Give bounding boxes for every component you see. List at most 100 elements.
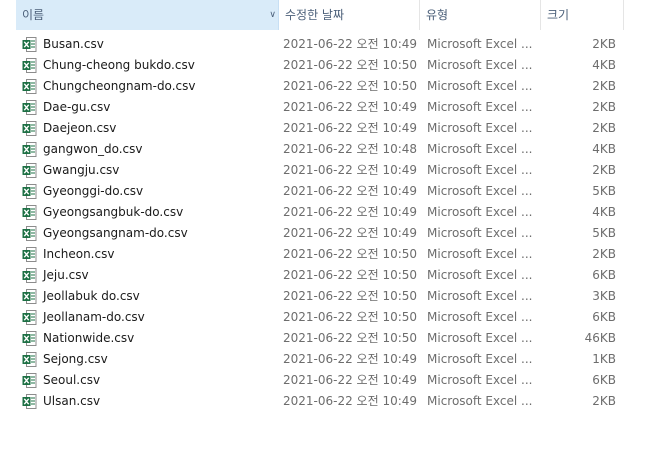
file-row[interactable]: Gyeonggi-do.csv 2021-06-22 오전 10:49 Micr… bbox=[4, 181, 624, 202]
file-size: 2KB bbox=[592, 79, 616, 93]
file-type: Microsoft Excel ... bbox=[427, 373, 533, 387]
file-size: 6KB bbox=[592, 373, 616, 387]
file-size: 2KB bbox=[592, 394, 616, 408]
column-dropdown-icon[interactable]: ∨ bbox=[269, 0, 276, 30]
file-size: 46KB bbox=[584, 331, 616, 345]
file-type: Microsoft Excel ... bbox=[427, 268, 533, 282]
file-type: Microsoft Excel ... bbox=[427, 37, 533, 51]
file-name: Seoul.csv bbox=[43, 373, 101, 387]
file-row[interactable]: Incheon.csv 2021-06-22 오전 10:50 Microsof… bbox=[4, 244, 624, 265]
file-row[interactable]: Seoul.csv 2021-06-22 오전 10:49 Microsoft … bbox=[4, 370, 624, 391]
sort-ascending-caret-icon: ^ bbox=[152, 0, 161, 10]
file-size: 3KB bbox=[592, 289, 616, 303]
file-type: Microsoft Excel ... bbox=[427, 331, 533, 345]
file-type: Microsoft Excel ... bbox=[427, 121, 533, 135]
file-row[interactable]: Chung-cheong bukdo.csv 2021-06-22 오전 10:… bbox=[4, 55, 624, 76]
file-row[interactable]: Jeju.csv 2021-06-22 오전 10:50 Microsoft E… bbox=[4, 265, 624, 286]
file-name: Daejeon.csv bbox=[43, 121, 117, 135]
file-modified-date: 2021-06-22 오전 10:49 bbox=[283, 352, 418, 366]
excel-csv-file-icon bbox=[22, 310, 37, 325]
file-row[interactable]: Sejong.csv 2021-06-22 오전 10:49 Microsoft… bbox=[4, 349, 624, 370]
column-header-date[interactable]: 수정한 날짜 bbox=[279, 0, 420, 30]
file-row[interactable]: Dae-gu.csv 2021-06-22 오전 10:49 Microsoft… bbox=[4, 97, 624, 118]
excel-csv-file-icon bbox=[22, 121, 37, 136]
excel-csv-file-icon bbox=[22, 394, 37, 409]
file-name: Jeollabuk do.csv bbox=[43, 289, 140, 303]
file-size: 4KB bbox=[592, 58, 616, 72]
file-name: Jeju.csv bbox=[43, 268, 89, 282]
file-name: Busan.csv bbox=[43, 37, 104, 51]
excel-csv-file-icon bbox=[22, 100, 37, 115]
file-type: Microsoft Excel ... bbox=[427, 352, 533, 366]
file-row[interactable]: Ulsan.csv 2021-06-22 오전 10:49 Microsoft … bbox=[4, 391, 624, 412]
file-name: Nationwide.csv bbox=[43, 331, 135, 345]
file-row[interactable]: Nationwide.csv 2021-06-22 오전 10:50 Micro… bbox=[4, 328, 624, 349]
file-row[interactable]: Jeollabuk do.csv 2021-06-22 오전 10:50 Mic… bbox=[4, 286, 624, 307]
column-header-size[interactable]: 크기 bbox=[541, 0, 624, 30]
excel-csv-file-icon bbox=[22, 163, 37, 178]
file-row[interactable]: Gwangju.csv 2021-06-22 오전 10:49 Microsof… bbox=[4, 160, 624, 181]
file-size: 6KB bbox=[592, 310, 616, 324]
file-modified-date: 2021-06-22 오전 10:49 bbox=[283, 373, 418, 387]
excel-csv-file-icon bbox=[22, 184, 37, 199]
file-name: Gyeongsangnam-do.csv bbox=[43, 226, 188, 240]
file-modified-date: 2021-06-22 오전 10:50 bbox=[283, 247, 418, 261]
column-header-size-label: 크기 bbox=[547, 8, 570, 22]
file-modified-date: 2021-06-22 오전 10:50 bbox=[283, 289, 418, 303]
file-row[interactable]: gangwon_do.csv 2021-06-22 오전 10:48 Micro… bbox=[4, 139, 624, 160]
file-name: Dae-gu.csv bbox=[43, 100, 111, 114]
file-size: 2KB bbox=[592, 121, 616, 135]
file-list-pane: ^ 이름 ∨ 수정한 날짜 유형 크기 Busan.csv 2021-06-22… bbox=[4, 0, 658, 465]
file-type: Microsoft Excel ... bbox=[427, 205, 533, 219]
excel-csv-file-icon bbox=[22, 37, 37, 52]
excel-csv-file-icon bbox=[22, 205, 37, 220]
file-modified-date: 2021-06-22 오전 10:50 bbox=[283, 79, 418, 93]
column-header-type[interactable]: 유형 bbox=[420, 0, 541, 30]
file-modified-date: 2021-06-22 오전 10:49 bbox=[283, 121, 418, 135]
excel-csv-file-icon bbox=[22, 289, 37, 304]
file-name: Gyeonggi-do.csv bbox=[43, 184, 144, 198]
excel-csv-file-icon bbox=[22, 247, 37, 262]
file-name: Chungcheongnam-do.csv bbox=[43, 79, 196, 93]
file-modified-date: 2021-06-22 오전 10:50 bbox=[283, 310, 418, 324]
file-row[interactable]: Gyeongsangnam-do.csv 2021-06-22 오전 10:49… bbox=[4, 223, 624, 244]
file-size: 1KB bbox=[592, 352, 616, 366]
excel-csv-file-icon bbox=[22, 58, 37, 73]
file-row[interactable]: Chungcheongnam-do.csv 2021-06-22 오전 10:5… bbox=[4, 76, 624, 97]
file-size: 2KB bbox=[592, 247, 616, 261]
excel-csv-file-icon bbox=[22, 226, 37, 241]
file-modified-date: 2021-06-22 오전 10:49 bbox=[283, 226, 418, 240]
file-row[interactable]: Busan.csv 2021-06-22 오전 10:49 Microsoft … bbox=[4, 34, 624, 55]
file-modified-date: 2021-06-22 오전 10:49 bbox=[283, 100, 418, 114]
excel-csv-file-icon bbox=[22, 79, 37, 94]
file-modified-date: 2021-06-22 오전 10:49 bbox=[283, 37, 418, 51]
column-header-row: ^ 이름 ∨ 수정한 날짜 유형 크기 bbox=[4, 0, 624, 30]
file-modified-date: 2021-06-22 오전 10:50 bbox=[283, 268, 418, 282]
file-type: Microsoft Excel ... bbox=[427, 142, 533, 156]
file-name: gangwon_do.csv bbox=[43, 142, 143, 156]
column-header-type-label: 유형 bbox=[426, 8, 449, 22]
excel-csv-file-icon bbox=[22, 352, 37, 367]
file-modified-date: 2021-06-22 오전 10:49 bbox=[283, 205, 418, 219]
file-size: 2KB bbox=[592, 163, 616, 177]
file-row[interactable]: Jeollanam-do.csv 2021-06-22 오전 10:50 Mic… bbox=[4, 307, 624, 328]
file-row[interactable]: Gyeongsangbuk-do.csv 2021-06-22 오전 10:49… bbox=[4, 202, 624, 223]
column-header-name[interactable]: ^ 이름 ∨ bbox=[16, 0, 279, 30]
file-type: Microsoft Excel ... bbox=[427, 247, 533, 261]
excel-csv-file-icon bbox=[22, 331, 37, 346]
excel-csv-file-icon bbox=[22, 373, 37, 388]
file-name: Gyeongsangbuk-do.csv bbox=[43, 205, 184, 219]
file-size: 2KB bbox=[592, 37, 616, 51]
file-row[interactable]: Daejeon.csv 2021-06-22 오전 10:49 Microsof… bbox=[4, 118, 624, 139]
file-modified-date: 2021-06-22 오전 10:49 bbox=[283, 163, 418, 177]
file-type: Microsoft Excel ... bbox=[427, 163, 533, 177]
column-header-date-label: 수정한 날짜 bbox=[285, 8, 345, 22]
file-size: 2KB bbox=[592, 100, 616, 114]
file-type: Microsoft Excel ... bbox=[427, 226, 533, 240]
file-size: 5KB bbox=[592, 226, 616, 240]
file-type: Microsoft Excel ... bbox=[427, 58, 533, 72]
file-type: Microsoft Excel ... bbox=[427, 289, 533, 303]
file-modified-date: 2021-06-22 오전 10:48 bbox=[283, 142, 418, 156]
file-name: Incheon.csv bbox=[43, 247, 115, 261]
file-type: Microsoft Excel ... bbox=[427, 184, 533, 198]
